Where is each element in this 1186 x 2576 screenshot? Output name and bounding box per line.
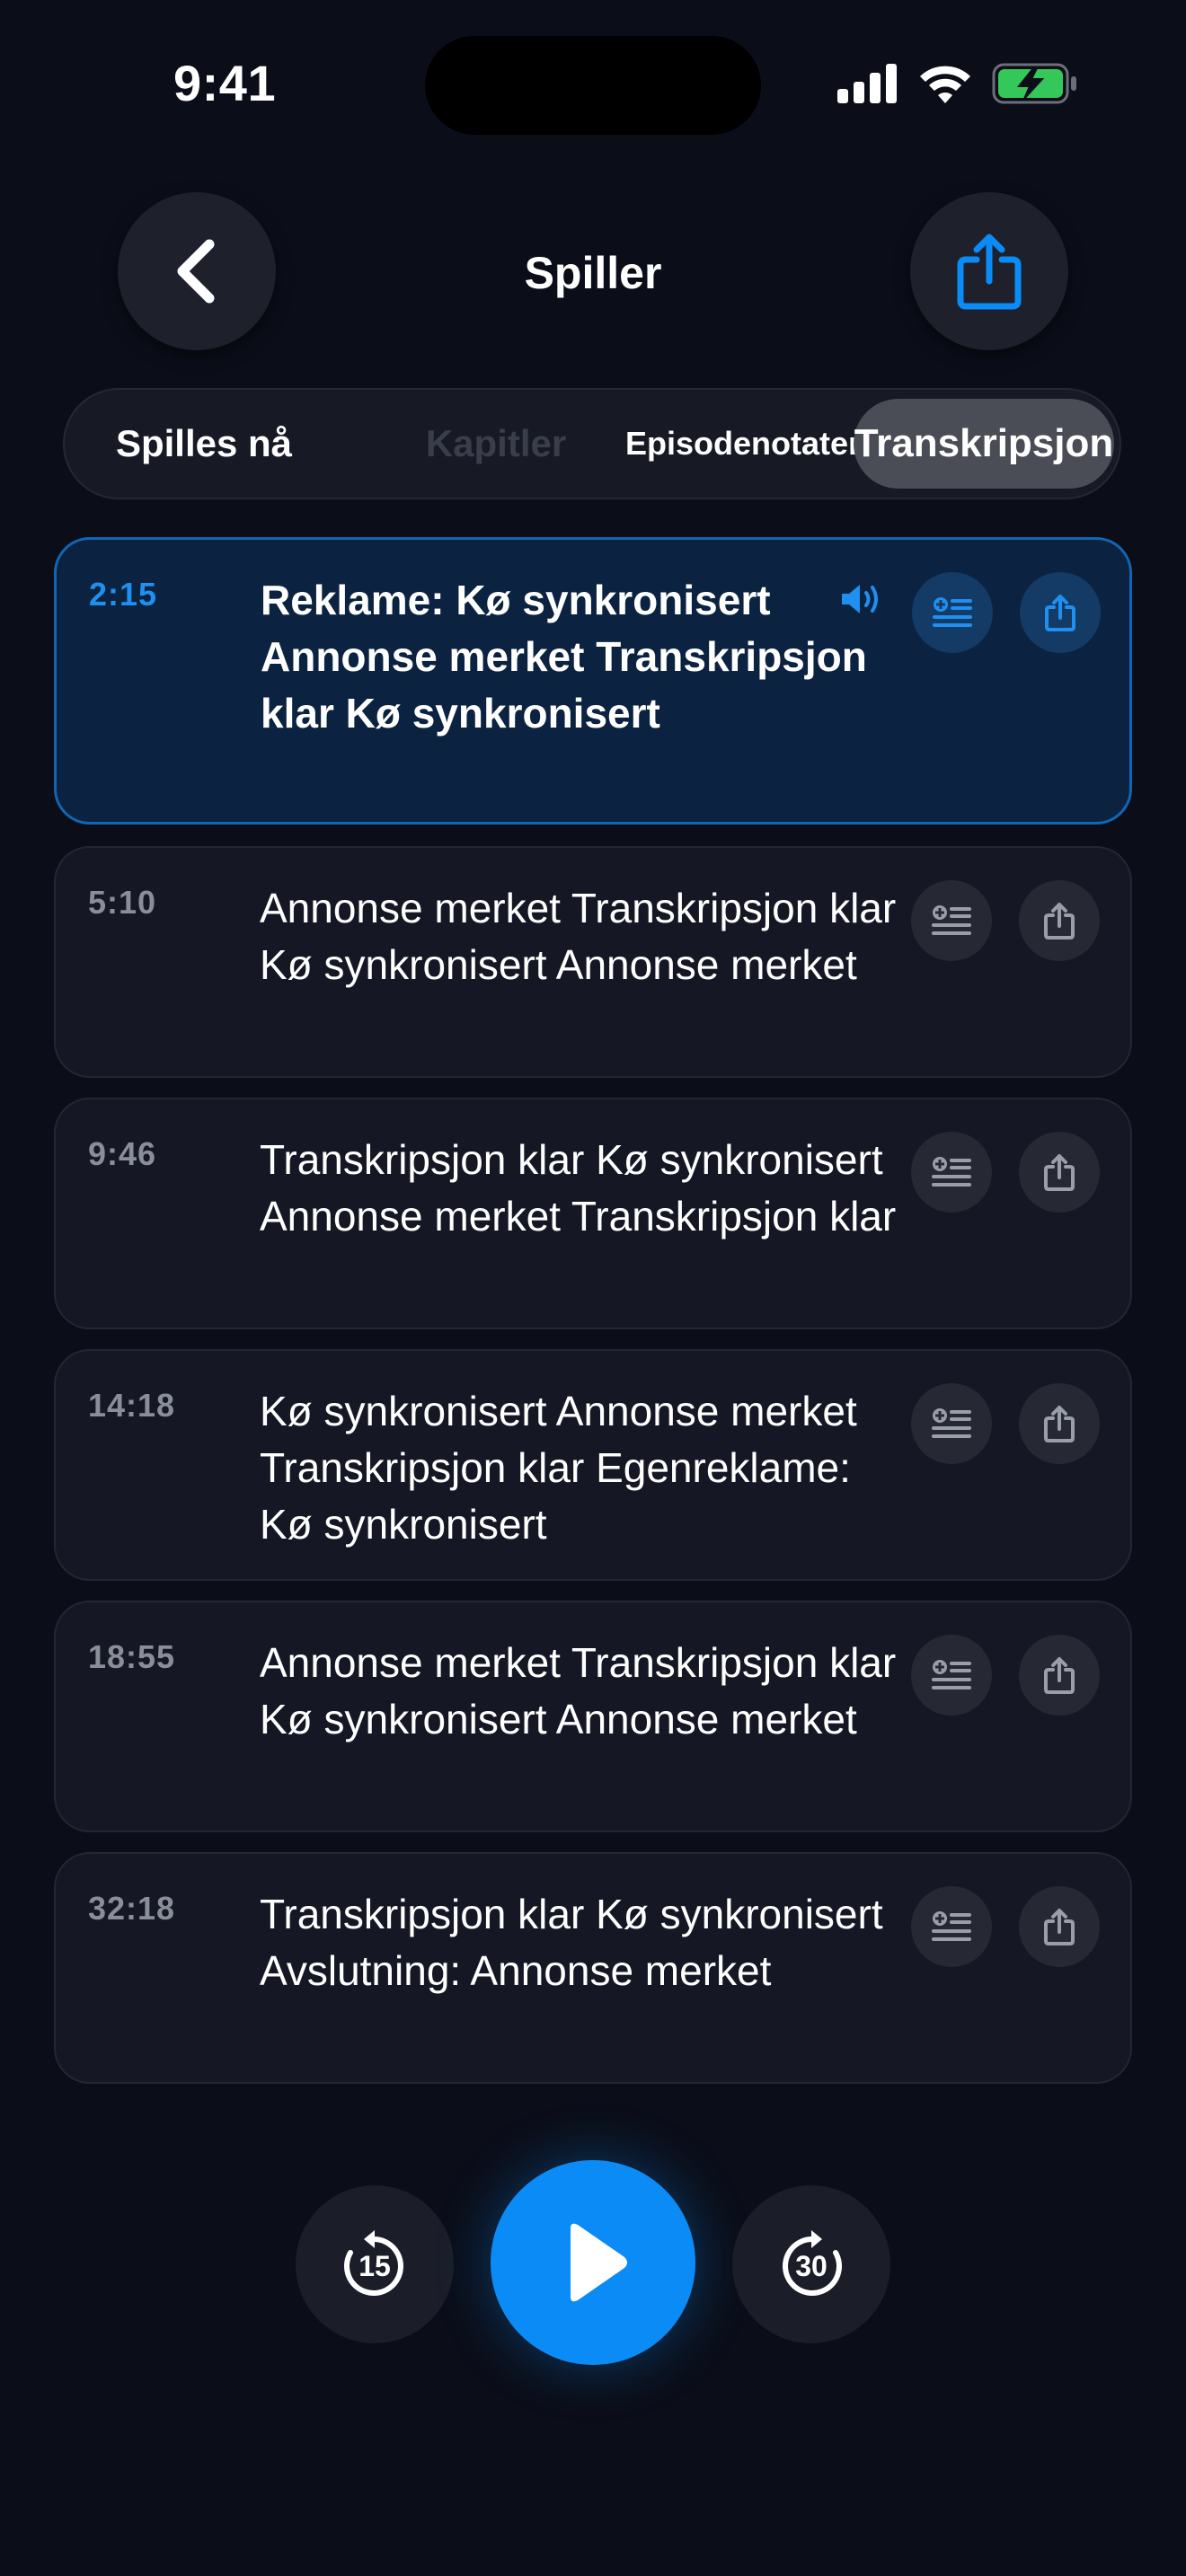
play-button[interactable] — [491, 2160, 695, 2365]
add-to-queue-button[interactable] — [911, 1886, 992, 1967]
skip-forward-icon: 30 — [783, 2230, 842, 2296]
tab-now-playing[interactable]: Spilles nå — [101, 390, 307, 498]
line-text[interactable]: Annonse merket Transkripsjon klar Kø syn… — [260, 880, 907, 993]
queue-add-icon — [932, 1408, 971, 1438]
line-timestamp[interactable]: 9:46 — [88, 1135, 156, 1173]
skip-back-seconds: 15 — [358, 2250, 391, 2282]
transcript-line[interactable]: 2:15 Reklame: Kø synkronisert Annonse me… — [54, 537, 1132, 825]
share-icon — [1044, 1406, 1075, 1442]
add-to-queue-button[interactable] — [911, 1635, 992, 1716]
tab-transcript[interactable]: Transkripsjon — [854, 399, 1114, 489]
tab-episode-notes[interactable]: Episodenotater — [595, 390, 891, 498]
queue-add-icon — [933, 597, 972, 627]
transcript-line[interactable]: 5:10 Annonse merket Transkripsjon klar K… — [54, 846, 1132, 1078]
line-text[interactable]: Annonse merket Transkripsjon klar Kø syn… — [260, 1635, 907, 1748]
line-timestamp[interactable]: 2:15 — [89, 576, 157, 613]
status-time: 9:41 — [173, 55, 277, 111]
share-icon — [957, 234, 1022, 310]
skip-back-icon: 15 — [344, 2230, 403, 2296]
line-text[interactable]: Transkripsjon klar Kø synkronisert Avslu… — [260, 1886, 907, 1999]
queue-add-icon — [932, 1911, 971, 1941]
add-to-queue-button[interactable] — [911, 1383, 992, 1464]
line-timestamp[interactable]: 18:55 — [88, 1638, 175, 1676]
transcript-line[interactable]: 18:55 Annonse merket Transkripsjon klar … — [54, 1601, 1132, 1832]
speaker-playing-icon — [838, 581, 883, 622]
share-icon — [1044, 903, 1075, 940]
wifi-icon — [918, 64, 972, 103]
share-icon — [1044, 1154, 1075, 1191]
line-timestamp[interactable]: 32:18 — [88, 1890, 175, 1928]
skip-forward-button[interactable]: 30 — [732, 2185, 890, 2343]
share-icon — [1044, 1909, 1075, 1945]
transcript-line[interactable]: 32:18 Transkripsjon klar Kø synkronisert… — [54, 1852, 1132, 2084]
skip-forward-seconds: 30 — [795, 2250, 828, 2282]
share-icon — [1044, 1657, 1075, 1694]
share-icon — [1045, 595, 1075, 631]
dynamic-island — [425, 36, 761, 135]
queue-add-icon — [932, 1157, 971, 1187]
battery-charging-icon — [992, 63, 1078, 104]
share-line-button[interactable] — [1020, 572, 1101, 653]
segmented-tabs: Spilles nå Kapitler Episodenotater Trans… — [63, 388, 1121, 499]
player-screen: 9:41 Spiller Spilles nå Kapitler Episode… — [0, 0, 1186, 2576]
share-line-button[interactable] — [1019, 880, 1100, 961]
transcript-line[interactable]: 9:46 Transkripsjon klar Kø synkronisert … — [54, 1098, 1132, 1329]
add-to-queue-button[interactable] — [912, 572, 993, 653]
queue-add-icon — [932, 905, 971, 935]
share-line-button[interactable] — [1019, 1383, 1100, 1464]
share-line-button[interactable] — [1019, 1886, 1100, 1967]
transcript-line[interactable]: 14:18 Kø synkronisert Annonse merket Tra… — [54, 1349, 1132, 1581]
line-text[interactable]: Kø synkronisert Annonse merket Transkrip… — [260, 1383, 907, 1553]
line-timestamp[interactable]: 5:10 — [88, 884, 156, 922]
share-episode-button[interactable] — [910, 192, 1068, 350]
share-line-button[interactable] — [1019, 1635, 1100, 1716]
status-icons — [837, 63, 1078, 104]
add-to-queue-button[interactable] — [911, 1132, 992, 1213]
queue-add-icon — [932, 1660, 971, 1689]
share-line-button[interactable] — [1019, 1132, 1100, 1213]
play-icon — [571, 2223, 627, 2302]
line-text[interactable]: Reklame: Kø synkronisert Annonse merket … — [261, 572, 907, 742]
line-timestamp[interactable]: 14:18 — [88, 1387, 175, 1425]
cellular-signal-icon — [837, 64, 898, 103]
skip-back-button[interactable]: 15 — [296, 2185, 454, 2343]
tab-chapters: Kapitler — [425, 422, 567, 464]
add-to-queue-button[interactable] — [911, 880, 992, 961]
line-text[interactable]: Transkripsjon klar Kø synkronisert Annon… — [260, 1132, 907, 1245]
